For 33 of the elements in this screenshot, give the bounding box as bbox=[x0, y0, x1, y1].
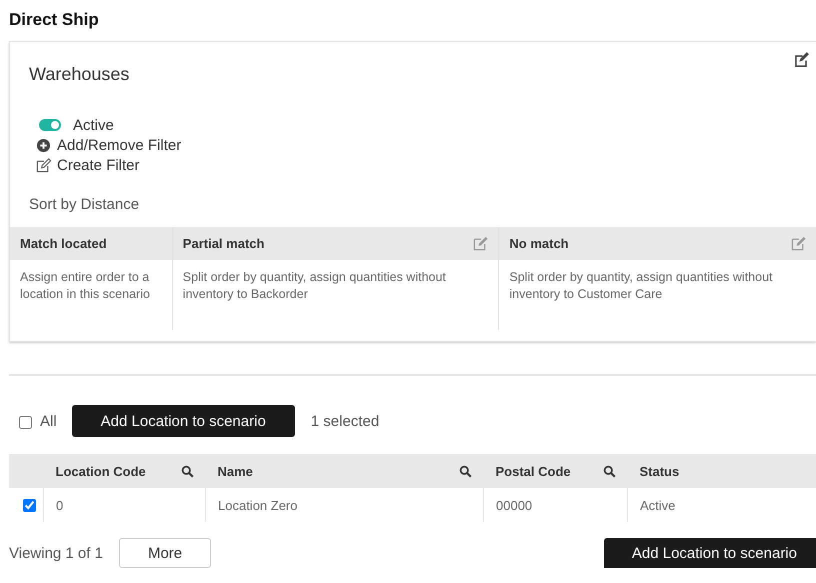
select-all-label: All bbox=[40, 412, 57, 430]
filter-link[interactable]: Add/Remove Filter bbox=[57, 136, 182, 154]
plus-circle-icon bbox=[36, 138, 51, 152]
select-all-checkbox[interactable] bbox=[19, 416, 32, 428]
rule-description: Split order by quantity, assign quantities without inventory to Backorder bbox=[182, 270, 446, 301]
page-title: Direct Ship bbox=[9, 9, 100, 31]
add-location-button[interactable]: Add Location to scenario bbox=[72, 405, 295, 437]
rule-heading: No match bbox=[509, 236, 569, 251]
edit-icon bbox=[36, 158, 51, 172]
rule-description: Assign entire order to a location in this scenario bbox=[20, 270, 150, 301]
table-cell: 0 bbox=[56, 498, 64, 512]
row-checkbox[interactable] bbox=[23, 498, 36, 512]
table-cell: Active bbox=[640, 498, 676, 512]
rule-heading: Partial match bbox=[182, 236, 264, 251]
more-button[interactable]: More bbox=[118, 538, 212, 568]
table-cell: Location Zero bbox=[218, 498, 298, 512]
rule-description: Split order by quantity, assign quantities without inventory to Customer Care bbox=[509, 270, 773, 301]
viewing-count: Viewing 1 of 1 bbox=[9, 544, 103, 562]
add-location-button[interactable]: Add Location to scenario bbox=[604, 538, 816, 568]
card-title: Warehouses bbox=[29, 64, 130, 86]
filter-link[interactable]: Create Filter bbox=[57, 156, 140, 174]
search-icon[interactable] bbox=[602, 464, 616, 478]
search-icon[interactable] bbox=[458, 464, 472, 478]
sort-label[interactable]: Sort by Distance bbox=[10, 175, 816, 216]
edit-icon[interactable] bbox=[793, 51, 810, 68]
table-cell: 00000 bbox=[496, 498, 532, 512]
search-icon[interactable] bbox=[180, 464, 194, 478]
active-toggle[interactable] bbox=[39, 119, 61, 131]
rule-heading: Match located bbox=[20, 236, 107, 251]
column-header[interactable]: Name bbox=[218, 464, 253, 478]
column-header[interactable]: Status bbox=[640, 464, 680, 478]
selection-count: 1 selected bbox=[310, 412, 380, 430]
active-label: Active bbox=[73, 116, 114, 134]
